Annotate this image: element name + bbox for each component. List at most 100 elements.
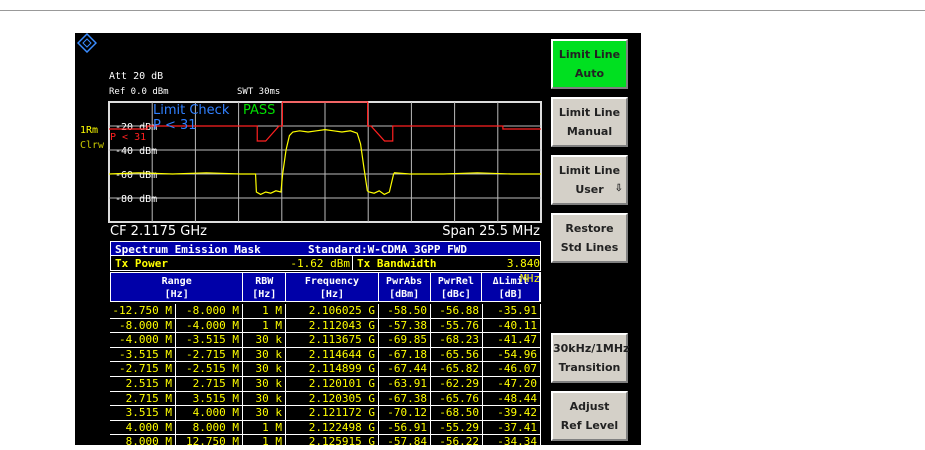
table-cell: -65.56 <box>431 347 483 362</box>
softkey-label: 30kHz/1MHz <box>553 342 630 355</box>
y-tick-label: -80 dBm <box>115 194 157 205</box>
table-cell: -68.50 <box>431 406 483 420</box>
table-cell: 2.715 M <box>176 376 243 391</box>
softkey-limit-line-user[interactable]: Limit Line User ⇩ <box>551 155 628 205</box>
table-cell: 30 k <box>243 391 286 406</box>
table-cell: 30 k <box>243 333 286 347</box>
table-cell: 2.515 M <box>110 376 176 391</box>
softkey-label: Std Lines <box>560 241 619 254</box>
table-cell: 8.000 M <box>110 435 176 449</box>
table-cell: -63.91 <box>379 376 431 391</box>
softkey-label: Adjust <box>569 400 610 413</box>
table-cell: 30 k <box>243 406 286 420</box>
limit-check-label: Limit Check <box>153 103 230 118</box>
softkey-label: Limit Line <box>558 106 621 119</box>
attenuation-label: Att 20 dB <box>109 71 164 82</box>
table-cell: -37.41 <box>483 420 541 435</box>
table-cell: -56.22 <box>431 435 483 449</box>
table-cell: -3.515 M <box>176 333 243 347</box>
table-row: 8.000 M 12.750 M1 M 2.125915 G -57.84 -56.22… <box>110 435 541 450</box>
table-cell: -55.76 <box>431 318 483 333</box>
table-cell: -57.38 <box>379 318 431 333</box>
table-cell: 2.106025 G <box>286 304 379 318</box>
softkey-adjust-ref-level[interactable]: Adjust Ref Level <box>551 391 628 441</box>
y-tick-label: -40 dBm <box>115 146 157 157</box>
softkey-label: Auto <box>574 67 605 80</box>
table-cell: -48.44 <box>483 391 541 406</box>
top-divider <box>0 10 925 11</box>
table-cell: -67.18 <box>379 347 431 362</box>
table-cell: -54.96 <box>483 347 541 362</box>
tx-bandwidth-value: 3.840 MHz <box>506 257 540 285</box>
table-cell: -12.750 M <box>110 304 176 318</box>
sem-result-table: Spectrum Emission Mask Standard:W-CDMA 3G… <box>110 241 541 450</box>
table-cell: -35.91 <box>483 304 541 318</box>
ref-level-label: Ref 0.0 dBm <box>109 87 169 97</box>
submenu-arrow-icon: ⇩ <box>614 183 623 194</box>
table-title: Spectrum Emission Mask <box>115 243 261 256</box>
tx-bandwidth-label: Tx Bandwidth <box>357 257 437 270</box>
table-cell: -47.20 <box>483 376 541 391</box>
table-cell: -55.29 <box>431 420 483 435</box>
column-header: Range [Hz] <box>111 273 244 301</box>
table-cell: -40.11 <box>483 318 541 333</box>
table-header: Range [Hz] RBW [Hz] Frequency [Hz] PwrAbs [dBm]… <box>110 272 541 302</box>
softkey-label: Transition <box>558 361 621 374</box>
table-cell: -57.84 <box>379 435 431 449</box>
column-header: PwrRel [dBc] <box>431 273 483 301</box>
table-row: -3.515 M -2.715 M 30 k 2.114644 G -67.18 -65.… <box>110 347 541 363</box>
table-cell: -41.47 <box>483 333 541 347</box>
table-cell: 2.120101 G <box>286 376 379 391</box>
table-cell: 3.515 M <box>176 391 243 406</box>
table-cell: 2.121172 G <box>286 406 379 420</box>
table-cell: 4.000 M <box>176 406 243 420</box>
table-cell: -4.000 M <box>110 333 176 347</box>
softkey-limit-line-auto[interactable]: Limit Line Auto <box>551 39 628 89</box>
table-cell: 2.120305 G <box>286 391 379 406</box>
table-cell: -69.85 <box>379 333 431 347</box>
table-cell: -2.715 M <box>176 347 243 362</box>
span: Span 25.5 MHz <box>442 224 540 239</box>
softkey-30khz-1mhz-transition[interactable]: 30kHz/1MHz Transition <box>551 333 630 383</box>
softkey-label: Limit Line <box>558 48 621 61</box>
table-cell: 30 k <box>243 376 286 391</box>
table-cell: -56.91 <box>379 420 431 435</box>
sweep-time-label: SWT 30ms <box>237 87 281 97</box>
table-cell: 2.112043 G <box>286 318 379 333</box>
softkey-restore-std-lines[interactable]: Restore Std Lines <box>551 213 628 263</box>
table-title-bar: Spectrum Emission Mask Standard:W-CDMA 3G… <box>110 241 541 256</box>
table-cell: 2.125915 G <box>286 435 379 449</box>
table-row: 2.515 M 2.715 M 30 k 2.120101 G -63.91 -62.29… <box>110 376 541 392</box>
table-cell: 1 M <box>243 420 286 435</box>
table-cell: 1 M <box>243 318 286 333</box>
table-cell: 1 M <box>243 435 286 449</box>
table-cell: 1 M <box>243 304 286 318</box>
table-row: -12.750 M -8.000 M1 M 2.106025 G -58.50 -56.… <box>110 304 541 319</box>
table-row: -8.000 M -4.000 M1 M 2.112043 G -57.38 -55.7… <box>110 318 541 334</box>
table-cell: 2.114644 G <box>286 347 379 362</box>
table-row: -2.715 M -2.515 M 30 k 2.114899 G -67.44 -65.… <box>110 362 541 377</box>
table-cell: -65.76 <box>431 391 483 406</box>
tx-power-value: -1.62 dBm <box>287 256 353 270</box>
table-row: 3.515 M 4.000 M 30 k 2.121172 G -70.12 -68.50… <box>110 406 541 421</box>
table-cell: 8.000 M <box>176 420 243 435</box>
softkey-limit-line-manual[interactable]: Limit Line Manual <box>551 97 628 147</box>
column-header: RBW [Hz] <box>243 273 287 301</box>
table-cell: -46.07 <box>483 362 541 376</box>
tx-power-label: Tx Power <box>115 257 168 270</box>
table-cell: 30 k <box>243 362 286 376</box>
table-cell: 12.750 M <box>176 435 243 449</box>
table-cell: 2.715 M <box>110 391 176 406</box>
trace-detector-label: Clrw <box>80 140 105 151</box>
table-cell: -67.44 <box>379 362 431 376</box>
table-cell: 4.000 M <box>110 420 176 435</box>
table-cell: 2.122498 G <box>286 420 379 435</box>
table-cell: -8.000 M <box>176 304 243 318</box>
table-cell: -2.715 M <box>110 362 176 376</box>
table-cell: -39.42 <box>483 406 541 420</box>
column-header: PwrAbs [dBm] <box>379 273 431 301</box>
table-row: -4.000 M -3.515 M 30 k 2.113675 G -69.85 -68.… <box>110 333 541 348</box>
softkey-label: Limit Line <box>558 164 621 177</box>
column-header: Frequency [Hz] <box>286 273 379 301</box>
y-tick-label: -60 dBm <box>115 170 157 181</box>
